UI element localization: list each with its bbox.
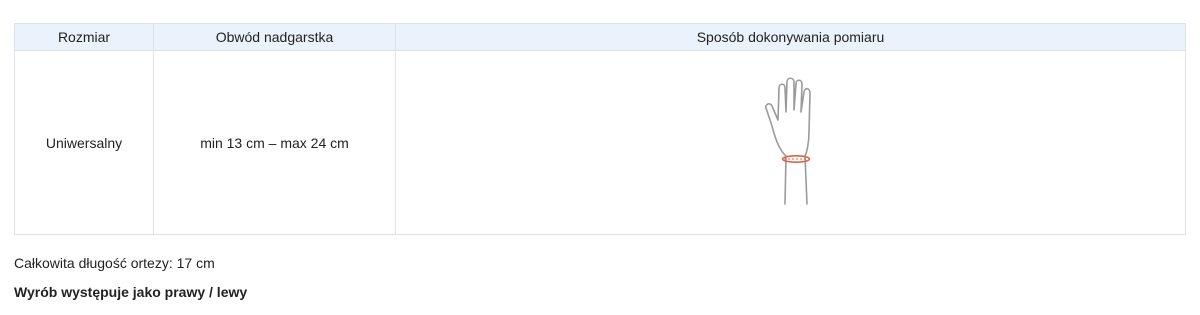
size-table: Rozmiar Obwód nadgarstka Sposób dokonywa… bbox=[14, 23, 1186, 235]
header-size: Rozmiar bbox=[14, 23, 154, 51]
cell-circumference: min 13 cm – max 24 cm bbox=[153, 50, 396, 235]
total-length-note: Całkowita długość ortezy: 17 cm bbox=[14, 255, 215, 271]
table-header-row: Rozmiar Obwód nadgarstka Sposób dokonywa… bbox=[14, 23, 1186, 51]
cell-size: Uniwersalny bbox=[14, 50, 154, 235]
table-row: Uniwersalny min 13 cm – max 24 cm bbox=[14, 50, 1186, 235]
cell-measurement-method bbox=[395, 50, 1186, 235]
wrist-measurement-icon bbox=[761, 76, 821, 206]
header-measurement-method: Sposób dokonywania pomiaru bbox=[395, 23, 1186, 51]
header-wrist-circumference: Obwód nadgarstka bbox=[153, 23, 396, 51]
side-availability-note: Wyrób występuje jako prawy / lewy bbox=[14, 284, 248, 300]
